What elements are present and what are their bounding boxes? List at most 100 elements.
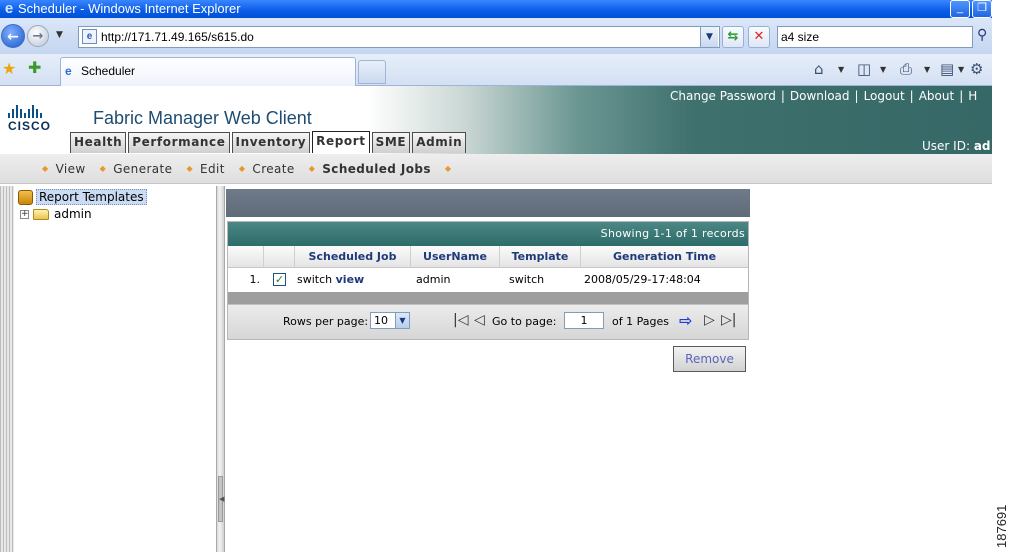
tab-title: Scheduler bbox=[81, 64, 136, 78]
chevron-down-icon: ▼ bbox=[395, 313, 409, 328]
content-header-bar bbox=[226, 189, 750, 217]
home-dropdown-icon[interactable]: ▼ bbox=[838, 65, 844, 74]
last-page-icon[interactable]: ▷| bbox=[721, 312, 736, 328]
back-arrow-icon: ← bbox=[7, 29, 19, 45]
col-header-generation-time[interactable]: Generation Time bbox=[581, 246, 748, 267]
link-separator: | bbox=[854, 89, 859, 103]
print-icon[interactable]: ⎙ bbox=[900, 60, 912, 78]
tree-node-admin[interactable]: + admin bbox=[20, 207, 92, 221]
tools-gear-icon[interactable]: ⚙ bbox=[970, 60, 983, 78]
new-tab-button[interactable] bbox=[358, 60, 386, 84]
user-id: User ID: ad bbox=[922, 139, 991, 153]
home-icon[interactable]: ⌂ bbox=[814, 60, 824, 78]
forward-button[interactable]: → bbox=[27, 25, 49, 47]
panel-splitter[interactable]: ◀ bbox=[216, 186, 225, 552]
col-header-template[interactable]: Template bbox=[500, 246, 581, 267]
job-view-link[interactable]: view bbox=[336, 273, 365, 286]
search-input[interactable]: a4 size bbox=[777, 26, 973, 48]
tab-admin[interactable]: Admin bbox=[412, 132, 467, 153]
tree-child-label: admin bbox=[54, 207, 92, 221]
subnav-create[interactable]: Create bbox=[252, 162, 294, 176]
restore-button[interactable]: ❐ bbox=[972, 0, 992, 18]
page-icon: e bbox=[82, 29, 97, 44]
figure-id: 187691 bbox=[994, 504, 1009, 548]
tab-health[interactable]: Health bbox=[70, 132, 127, 153]
page-number-input[interactable]: 1 bbox=[564, 312, 604, 329]
page-margin bbox=[992, 0, 1012, 552]
tree-root-label: Report Templates bbox=[36, 189, 147, 205]
logout-link[interactable]: Logout bbox=[859, 89, 910, 103]
expand-icon[interactable]: + bbox=[20, 209, 29, 219]
col-header-select bbox=[264, 246, 295, 267]
minimize-button[interactable]: _ bbox=[950, 0, 970, 18]
bullet-icon: ◆ bbox=[42, 164, 49, 173]
window-title-bar: e Scheduler - Windows Internet Explorer … bbox=[0, 0, 992, 18]
download-link[interactable]: Download bbox=[785, 89, 855, 103]
history-dropdown-icon[interactable]: ▼ bbox=[56, 30, 63, 40]
col-header-scheduled-job[interactable]: Scheduled Job bbox=[295, 246, 411, 267]
address-dropdown-icon[interactable]: ▼ bbox=[700, 27, 718, 47]
tab-report[interactable]: Report bbox=[312, 131, 370, 153]
rows-per-page-select[interactable]: 10 ▼ bbox=[370, 312, 410, 329]
favorites-star-icon[interactable]: ★ bbox=[2, 59, 16, 78]
left-edge-strip bbox=[0, 186, 14, 552]
address-input[interactable]: e http://171.71.49.165/s615.do bbox=[78, 26, 720, 48]
bullet-icon: ◆ bbox=[308, 164, 316, 173]
tree-node-report-templates[interactable]: Report Templates bbox=[18, 189, 147, 205]
search-value: a4 size bbox=[781, 30, 820, 44]
scheduled-jobs-grid: Showing 1-1 of 1 records Scheduled Job U… bbox=[227, 221, 749, 340]
go-arrow-icon[interactable]: ⇨ bbox=[679, 311, 692, 330]
cisco-wordmark: CISCO bbox=[8, 119, 52, 133]
first-page-icon[interactable]: |◁ bbox=[453, 312, 468, 328]
add-favorite-icon[interactable]: ✚ bbox=[28, 58, 41, 77]
subnav-scheduled-jobs[interactable]: Scheduled Jobs bbox=[322, 162, 431, 176]
tab-performance[interactable]: Performance bbox=[128, 132, 230, 153]
page-menu-icon[interactable]: ▤ bbox=[940, 60, 954, 78]
pager: Rows per page: 10 ▼ |◁ ◁ Go to page: 1 o… bbox=[228, 304, 748, 339]
cisco-bars-icon bbox=[8, 104, 54, 118]
collapse-grip-icon[interactable]: ◀ bbox=[218, 476, 224, 522]
previous-page-icon[interactable]: ◁ bbox=[474, 312, 485, 328]
forward-arrow-icon: → bbox=[32, 29, 44, 44]
about-link[interactable]: About bbox=[914, 89, 959, 103]
ie-page-icon: e bbox=[65, 64, 72, 78]
subnav-generate[interactable]: Generate bbox=[113, 162, 172, 176]
user-id-label: User ID: bbox=[922, 139, 970, 153]
table-row: 1. ✓ switch view admin switch 2008/05/29… bbox=[228, 268, 748, 292]
tab-scheduler[interactable]: e Scheduler bbox=[60, 57, 356, 86]
address-value: http://171.71.49.165/s615.do bbox=[101, 30, 254, 44]
tab-sme[interactable]: SME bbox=[371, 132, 411, 153]
job-name: switch bbox=[297, 273, 333, 286]
tab-inventory[interactable]: Inventory bbox=[231, 132, 311, 153]
feeds-icon[interactable]: ◫ bbox=[857, 60, 871, 78]
subnav-view[interactable]: View bbox=[56, 162, 86, 176]
job-cell: switch view bbox=[295, 268, 411, 292]
row-number: 1. bbox=[249, 273, 261, 286]
subnav-edit[interactable]: Edit bbox=[200, 162, 225, 176]
refresh-button[interactable]: ⇆ bbox=[722, 26, 744, 48]
go-to-page-label: Go to page: bbox=[492, 315, 557, 328]
feeds-dropdown-icon[interactable]: ▼ bbox=[880, 65, 886, 74]
template-cell: switch bbox=[509, 273, 545, 286]
col-header-username[interactable]: UserName bbox=[411, 246, 500, 267]
main-tabs: Health Performance Inventory Report SME … bbox=[70, 131, 467, 153]
sub-navigation: ◆ View ◆ Generate ◆ Edit ◆ Create ◆ Sche… bbox=[0, 154, 992, 184]
change-password-link[interactable]: Change Password bbox=[665, 89, 781, 103]
address-toolbar: ← → ▼ e http://171.71.49.165/s615.do ▼ ⇆… bbox=[0, 18, 1012, 54]
grid-header-row: Scheduled Job UserName Template Generati… bbox=[228, 246, 748, 268]
app-title: Fabric Manager Web Client bbox=[93, 108, 312, 128]
next-page-icon[interactable]: ▷ bbox=[704, 312, 715, 328]
folder-icon bbox=[33, 208, 49, 220]
rows-per-page-value: 10 bbox=[374, 314, 388, 327]
help-link[interactable]: H bbox=[963, 89, 982, 103]
back-button[interactable]: ← bbox=[1, 24, 25, 48]
page-dropdown-icon[interactable]: ▼ bbox=[958, 65, 964, 74]
rows-per-page-label: Rows per page: bbox=[283, 315, 369, 328]
remove-button[interactable]: Remove bbox=[673, 346, 746, 372]
stop-icon: ✕ bbox=[753, 29, 765, 44]
stop-button[interactable]: ✕ bbox=[748, 26, 770, 48]
report-tree: Report Templates + admin bbox=[14, 186, 216, 552]
print-dropdown-icon[interactable]: ▼ bbox=[924, 65, 930, 74]
row-checkbox[interactable]: ✓ bbox=[273, 272, 286, 286]
search-icon[interactable]: ⚲ bbox=[977, 27, 987, 43]
